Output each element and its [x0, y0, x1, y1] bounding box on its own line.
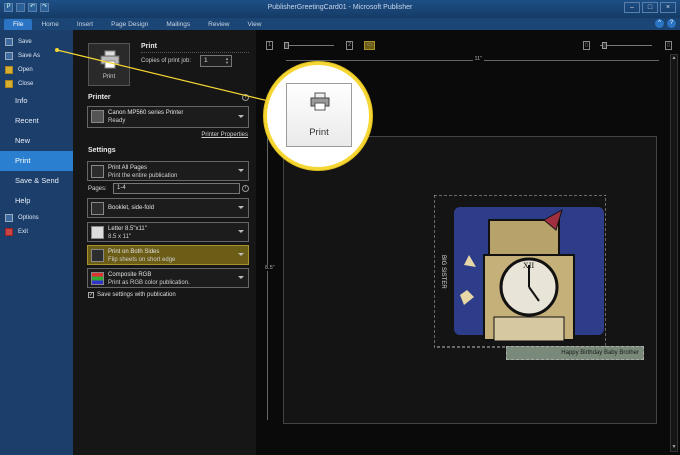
leader-dot [55, 48, 59, 52]
publisher-window: P ↶ ↷ PublisherGreetingCard01 - Microsof… [0, 0, 680, 455]
callout-print-button[interactable]: Print [286, 83, 352, 147]
zoom-callout: Print [264, 62, 372, 170]
leader-line [56, 49, 286, 106]
printer-icon [310, 92, 330, 111]
callout-print-label: Print [309, 127, 329, 138]
